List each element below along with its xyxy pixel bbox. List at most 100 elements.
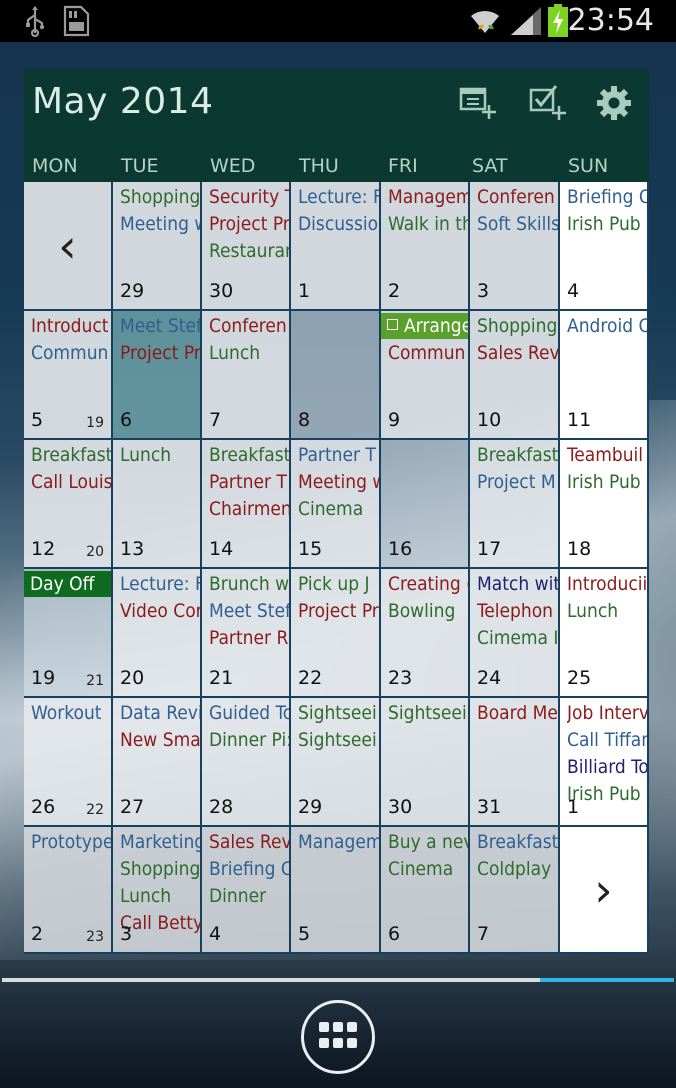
day-cell[interactable]: Shopping Meeting w 29 — [113, 182, 202, 311]
next-month-button[interactable]: › — [560, 827, 649, 954]
event-label[interactable]: Partner T — [298, 442, 376, 469]
event-label[interactable]: Cinema — [298, 496, 363, 523]
day-cell[interactable]: 16 — [381, 440, 470, 569]
day-cell[interactable]: Lecture: F Discussio 1 — [291, 182, 381, 311]
event-label[interactable]: Call Louis — [31, 469, 111, 496]
event-label[interactable]: Prototype — [31, 829, 111, 856]
event-label[interactable]: Partner R — [209, 625, 288, 652]
event-label[interactable]: Call Tiffan — [567, 727, 647, 754]
all-day-event-chip[interactable]: Arrange — [381, 313, 468, 339]
event-label[interactable]: Lunch — [120, 442, 171, 469]
day-cell[interactable]: Android C 11 — [560, 311, 649, 440]
day-cell[interactable]: Lunch 13 — [113, 440, 202, 569]
day-cell[interactable]: Breakfast Partner T Chairmen 14 — [202, 440, 291, 569]
event-label[interactable]: Introduct — [31, 313, 108, 340]
day-cell[interactable]: Conferen Lunch 7 — [202, 311, 291, 440]
event-label[interactable]: Telephon — [477, 598, 553, 625]
day-cell[interactable]: Pick up J Project Pr 22 — [291, 569, 381, 698]
event-label[interactable]: Guided To — [209, 700, 289, 727]
event-label[interactable]: Shopping — [120, 856, 200, 883]
all-day-event-chip[interactable]: Day Off — [24, 571, 111, 597]
event-label[interactable]: New Sma — [120, 727, 200, 754]
event-label[interactable]: Data Revi — [120, 700, 200, 727]
event-label[interactable]: Briefing C — [209, 856, 289, 883]
event-label[interactable]: Project Pr — [298, 598, 379, 625]
event-label[interactable]: Irish Pub — [567, 469, 641, 496]
day-cell[interactable]: Breakfast Project M 17 — [470, 440, 560, 569]
event-label[interactable]: Meeting w — [298, 469, 379, 496]
event-label[interactable]: Lunch — [567, 598, 618, 625]
event-label[interactable]: Pick up J — [298, 571, 370, 598]
event-label[interactable]: Security T — [209, 184, 289, 211]
day-cell[interactable]: Arrange Commun 9 — [381, 311, 470, 440]
event-label[interactable]: Workout — [31, 700, 101, 727]
event-label[interactable]: Breakfast — [477, 442, 558, 469]
day-cell[interactable]: Breakfast Coldplay (7 — [470, 827, 560, 954]
event-label[interactable]: Bowling — [388, 598, 455, 625]
event-label[interactable]: Android C — [567, 313, 647, 340]
event-label[interactable]: Brunch w — [209, 571, 289, 598]
event-label[interactable]: Commun — [31, 340, 108, 367]
prev-month-button[interactable]: ‹ — [24, 182, 113, 311]
day-cell[interactable]: Meet Stef Project Pr 6 — [113, 311, 202, 440]
day-cell[interactable]: Sales Rev Briefing C Dinner 4 — [202, 827, 291, 954]
event-label[interactable]: Briefing C — [567, 184, 647, 211]
day-cell[interactable]: Security T Project Pr Restaurar 30 — [202, 182, 291, 311]
event-label[interactable]: Lunch — [120, 883, 171, 910]
day-cell[interactable]: Match wit Telephon Cimema I 24 — [470, 569, 560, 698]
day-cell[interactable]: Workout 26 22 — [24, 698, 113, 827]
event-label[interactable]: Coldplay ( — [477, 856, 558, 883]
event-label[interactable]: Shopping — [120, 184, 200, 211]
event-label[interactable]: Sales Rev — [209, 829, 289, 856]
day-cell[interactable]: Introduct Commun 5 19 — [24, 311, 113, 440]
day-cell[interactable]: Data Revi New Sma 27 — [113, 698, 202, 827]
event-label[interactable]: Chairmen — [209, 496, 289, 523]
event-label[interactable]: Breakfast — [477, 829, 558, 856]
day-cell[interactable]: Teambuil Irish Pub 18 — [560, 440, 649, 569]
day-cell[interactable]: Managem Walk in th 2 — [381, 182, 470, 311]
event-label[interactable]: Managem — [388, 184, 468, 211]
event-label[interactable]: Shopping — [477, 313, 557, 340]
event-label[interactable]: Call Betty — [120, 910, 200, 937]
day-cell[interactable]: Marketing Shopping Lunch Call Betty 3 — [113, 827, 202, 954]
event-label[interactable]: Marketing — [120, 829, 200, 856]
add-task-button[interactable] — [524, 81, 572, 129]
day-cell[interactable]: Partner T Meeting w Cinema 15 — [291, 440, 381, 569]
event-label[interactable]: Project M — [477, 469, 556, 496]
event-label[interactable]: Meeting w — [120, 211, 200, 238]
event-label[interactable]: Creating ( — [388, 571, 468, 598]
day-cell[interactable]: Guided To Dinner Pi: 28 — [202, 698, 291, 827]
day-cell[interactable]: Buy a nev Cinema 6 — [381, 827, 470, 954]
event-label[interactable]: Discussio — [298, 211, 378, 238]
day-cell[interactable]: 8 — [291, 311, 381, 440]
event-label[interactable]: Conferen — [477, 184, 555, 211]
day-cell[interactable]: Briefing C Irish Pub 4 — [560, 182, 649, 311]
event-label[interactable]: Managem — [298, 829, 379, 856]
event-label[interactable]: Project Pr — [209, 211, 289, 238]
event-label[interactable]: Dinner — [209, 883, 266, 910]
app-drawer-button[interactable] — [301, 1000, 375, 1074]
event-label[interactable]: Breakfast — [209, 442, 289, 469]
event-label[interactable]: Irish Pub — [567, 211, 641, 238]
event-label[interactable]: Lecture: F — [120, 571, 200, 598]
day-cell[interactable]: Conferen Soft Skills 3 — [470, 182, 560, 311]
add-event-button[interactable] — [454, 81, 502, 129]
event-label[interactable]: Board Me — [477, 700, 558, 727]
day-cell[interactable]: Introducii Lunch 25 — [560, 569, 649, 698]
event-label[interactable]: Cinema — [388, 856, 453, 883]
event-label[interactable]: Dinner Pi: — [209, 727, 289, 754]
event-label[interactable]: Meet Stef — [209, 598, 289, 625]
event-label[interactable]: Meet Stef — [120, 313, 200, 340]
event-label[interactable]: Partner T — [209, 469, 287, 496]
event-label[interactable]: Lecture: F — [298, 184, 379, 211]
task-checkbox-icon[interactable] — [387, 319, 398, 330]
event-label[interactable]: Commun — [388, 340, 465, 367]
event-label[interactable]: Buy a nev — [388, 829, 468, 856]
event-label[interactable]: Introducii — [567, 571, 647, 598]
event-label[interactable]: Teambuil — [567, 442, 643, 469]
event-label[interactable]: Sightseei — [388, 700, 467, 727]
event-label[interactable]: Video Cor — [120, 598, 200, 625]
event-label[interactable]: Match wit — [477, 571, 558, 598]
event-label[interactable]: Sightseei — [298, 700, 377, 727]
event-label[interactable]: Cimema I — [477, 625, 558, 652]
